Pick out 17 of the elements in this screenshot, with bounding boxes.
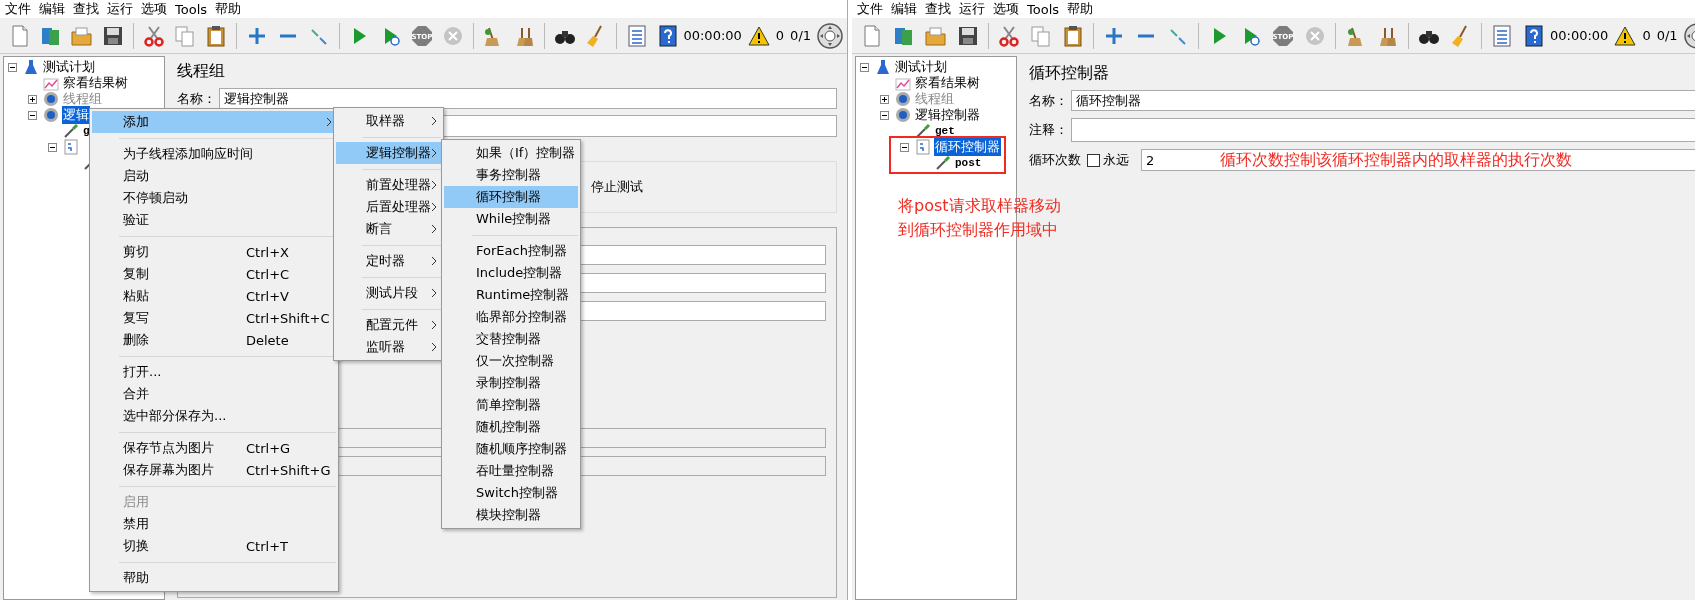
field-value: 2: [1145, 152, 1156, 168]
checkbox-label: 永远: [1103, 151, 1129, 169]
warning-count: 0: [775, 28, 785, 43]
elapsed-time: 00:00:00: [1550, 28, 1609, 43]
panel-title: 循环控制器: [1029, 62, 1110, 84]
option-label: 停止测试: [591, 178, 643, 196]
annotation-text: 循环次数控制该循环控制器内的取样器的执行次数: [1220, 149, 1572, 171]
field-label: 名称：: [1029, 91, 1065, 110]
panel-title: 线程组: [177, 60, 226, 82]
field-label: 注释：: [1029, 121, 1065, 139]
thread-count: 0/1: [790, 28, 812, 43]
warning-count: 0: [1642, 28, 1651, 43]
field-label: 名称：: [177, 89, 213, 108]
annotation-text: 将post请求取样器移动 到循环控制器作用域中: [898, 195, 1061, 241]
thread-count: 0/1: [1656, 28, 1678, 43]
elapsed-time: 00:00:00: [683, 28, 742, 43]
field-label: 循环次数: [1029, 151, 1081, 169]
